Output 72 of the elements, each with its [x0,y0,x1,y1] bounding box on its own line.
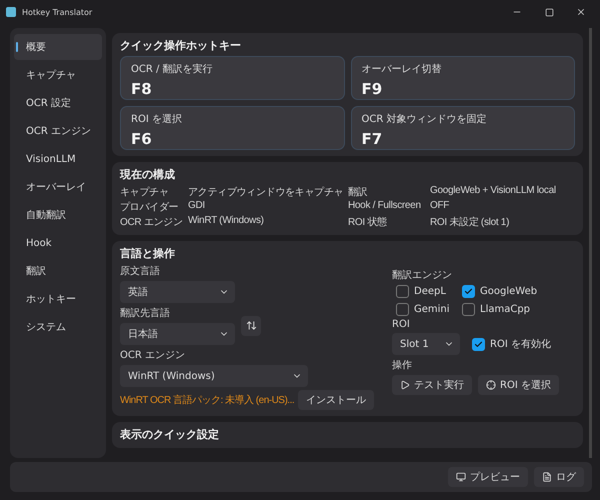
hotkey-card[interactable]: OCR 対象ウィンドウを固定 F7 [350,106,575,150]
sidebar-item[interactable]: システム [14,314,102,340]
roi-enable-checkbox[interactable]: ROI を有効化 [472,337,551,351]
footer-button[interactable]: ログ [534,467,584,487]
config-label: プロバイダー [120,200,178,214]
field-label: OCR エンジン [120,349,186,362]
check-icon [474,340,483,348]
field-label: 操作 [392,359,413,372]
config-value: OFF [430,200,450,213]
sidebar-item[interactable]: ホットキー [14,286,102,312]
roi-slot-select[interactable]: Slot 1 [392,333,460,355]
sidebar-item[interactable]: OCR エンジン [14,118,102,144]
config-label: キャプチャ [120,186,169,199]
sidebar-item[interactable]: 自動翻訳 [14,202,102,228]
hotkey-label: オーバーレイ切替 [362,62,442,76]
engine-checkbox[interactable]: GoogleWeb [462,285,538,298]
section-title: 言語と操作 [120,246,176,261]
app-icon [6,7,16,17]
sidebar-item[interactable]: OCR 設定 [14,90,102,116]
warning-text: WinRT OCR 言語パック: 未導入 (en-US)... [120,394,294,407]
hotkey-card[interactable]: ROI を選択 F6 [120,106,344,150]
config-value: WinRT (Windows) [188,215,264,228]
section-title: クイック操作ホットキー [120,38,242,53]
check-icon [464,287,473,296]
field-label: 翻訳エンジン [392,268,453,282]
engine-checkbox[interactable]: LlamaCpp [462,303,530,316]
hotkey-card[interactable]: OCR / 翻訳を実行 F8 [120,56,344,100]
window-title: Hotkey Translator [22,8,94,16]
hotkey-key: F6 [131,130,334,148]
hotkey-label: OCR 対象ウィンドウを固定 [362,112,488,126]
target-language-select[interactable]: 日本語 [120,323,235,345]
config-value: ROI 未設定 (slot 1) [430,216,510,229]
crosshair-icon [486,380,496,390]
config-value: GDI [188,200,205,213]
engine-checkbox[interactable]: DeepL [396,285,454,298]
sidebar-item[interactable]: Hook [14,230,102,256]
field-label: 翻訳先言語 [120,306,171,320]
play-icon [400,380,410,390]
sidebar-item[interactable]: VisionLLM [14,146,102,172]
document-icon [542,472,552,482]
config-label: ROI 状態 [348,216,387,229]
engine-checkbox[interactable]: Gemini [396,303,454,316]
field-label: 原文言語 [120,264,161,278]
sidebar-item[interactable]: 翻訳 [14,258,102,284]
maximize-icon [544,8,554,16]
swap-button[interactable] [241,316,261,336]
hotkey-key: F8 [131,80,334,98]
action-button[interactable]: テスト実行 [392,375,472,395]
ocr-engine-select[interactable]: WinRT (Windows) [120,365,308,387]
monitor-icon [456,472,466,482]
field-label: ROI [392,319,411,330]
hotkey-card[interactable]: オーバーレイ切替 F9 [350,56,575,100]
hotkey-label: ROI を選択 [131,113,183,126]
config-label: Hook / Fullscreen [348,200,421,213]
sidebar-item[interactable]: 概要 [14,34,102,60]
source-language-select[interactable]: 英語 [120,281,235,303]
config-value: アクティブウィンドウをキャプチャ [188,186,344,199]
section-title: 表示のクイック設定 [120,427,220,442]
sidebar-item[interactable]: キャプチャ [14,62,102,88]
hotkey-label: OCR / 翻訳を実行 [131,62,214,76]
swap-arrows-icon [246,320,256,331]
install-button[interactable]: インストール [298,390,374,410]
action-button[interactable]: ROI を選択 [478,375,559,395]
sidebar-item[interactable]: オーバーレイ [14,174,102,200]
config-value: GoogleWeb + VisionLLM local [430,185,556,198]
footer-button[interactable]: プレビュー [448,467,528,487]
close-icon [576,7,586,17]
config-label: 翻訳 [348,186,368,199]
hotkey-key: F9 [362,80,564,98]
hotkey-key: F7 [362,130,564,148]
config-label: OCR エンジン [120,216,183,229]
section-title: 現在の構成 [120,167,176,182]
